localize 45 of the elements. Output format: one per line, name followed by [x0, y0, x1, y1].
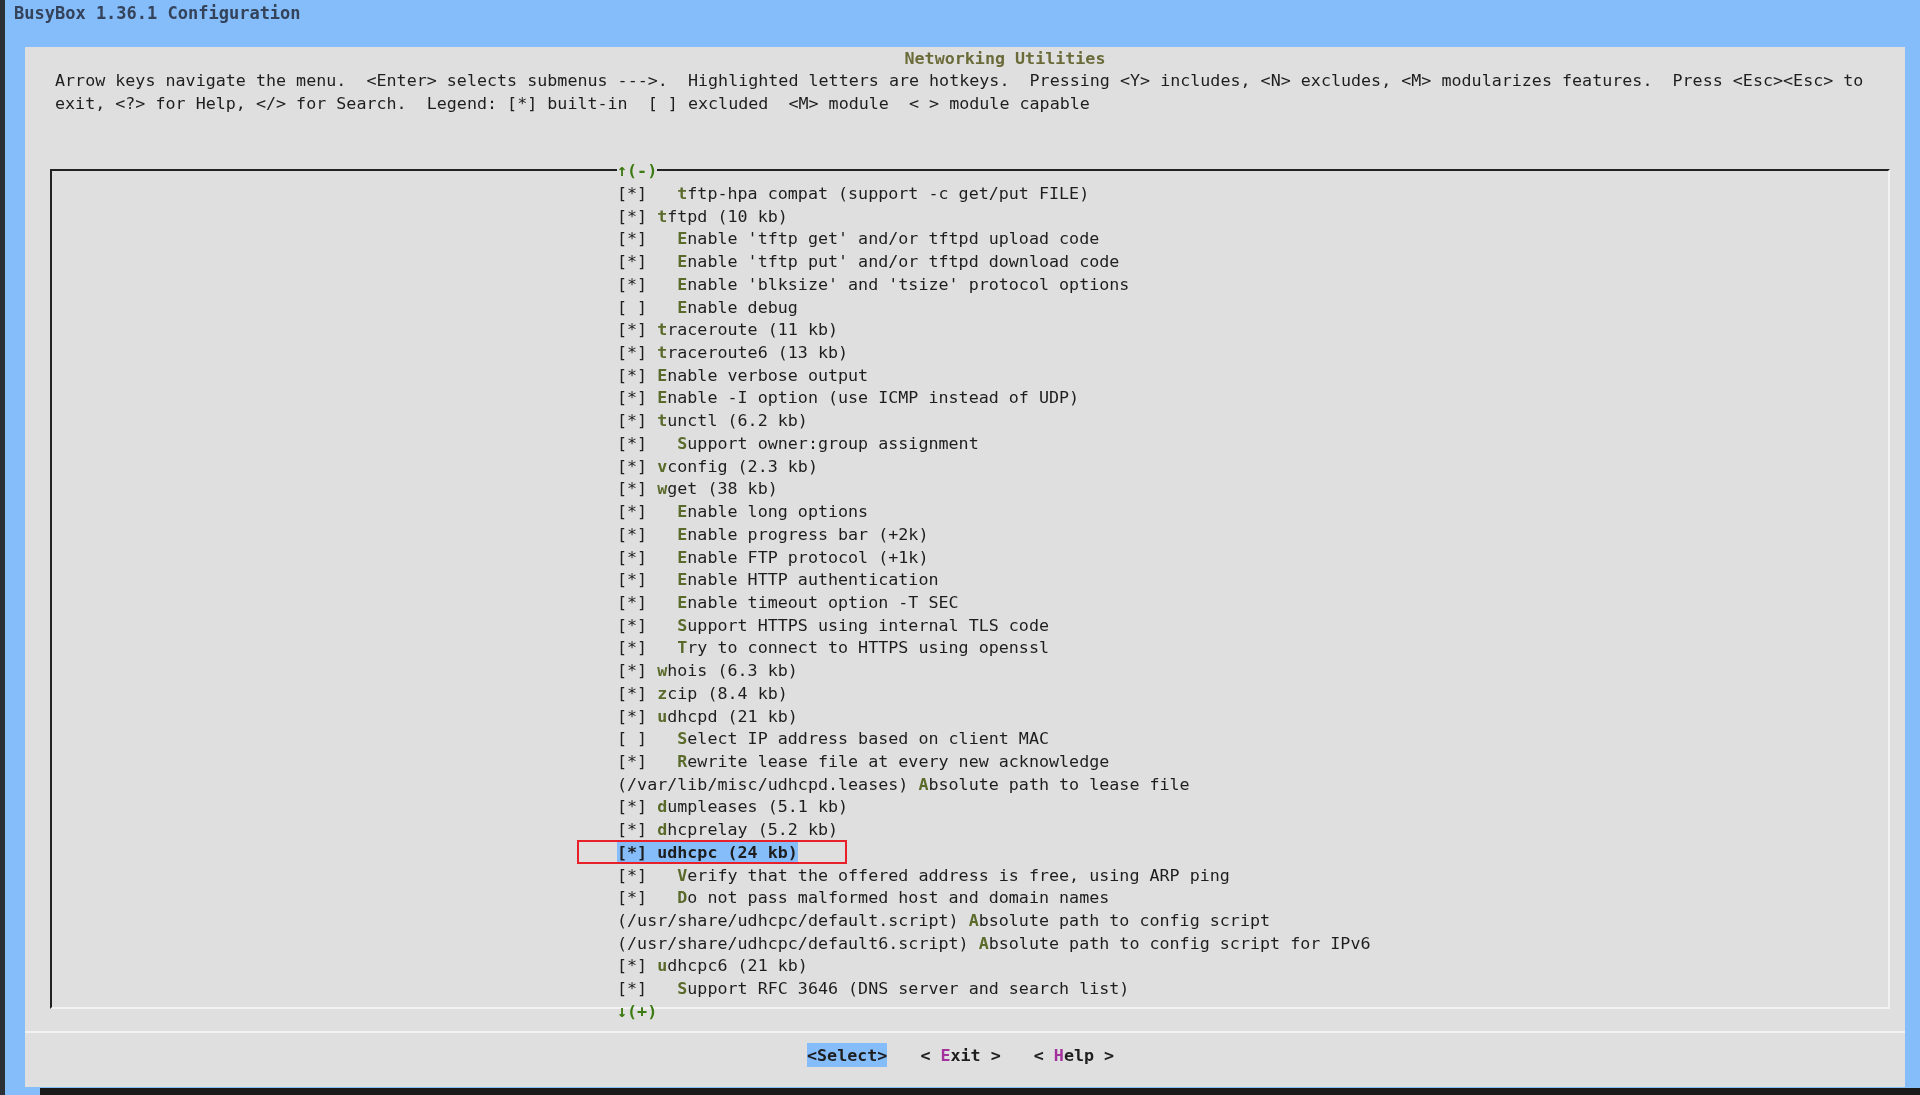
menu-item[interactable]: [*] wget (38 kb): [617, 477, 778, 501]
menu-item[interactable]: [*] Enable 'tftp put' and/or tftpd download code: [617, 250, 1120, 273]
menu-item[interactable]: Absolute path to config script for IPv6: [978, 931, 1371, 955]
help-text: Arrow keys navigate the menu. <Enter> selects submenus --->. Highlighted letters are hotkeys. Pressing <Y> includes, <N> excludes, <M> modularizes features. Press <Esc><Esc> to exit, <?> for Help, </> for Search. Legend: [*] built-in [ ] excluded <M> module < > module capable: [55, 69, 1865, 115]
menu-item[interactable]: [*] traceroute (11 kb): [617, 318, 839, 342]
menu-item[interactable]: [*] tunctl (6.2 kb): [617, 409, 808, 432]
menu-item[interactable]: [*] udhcpd (21 kb): [617, 704, 798, 728]
menu-item[interactable]: [*] Enable timeout option -T SEC: [617, 590, 959, 614]
menu-item[interactable]: [*] Rewrite lease file at every new acknowledge: [617, 749, 1110, 773]
menu-item[interactable]: [*] Support RFC 3646 (DNS server and search list): [617, 977, 1130, 1000]
menu-item[interactable]: [ ] Select IP address based on client MAC: [617, 727, 1049, 750]
menu-item[interactable]: [*] Enable long options: [617, 500, 869, 523]
dialog-button[interactable]: < Exit >: [920, 1043, 1001, 1067]
menu-item[interactable]: Absolute path to config script: [968, 909, 1271, 932]
menu-item[interactable]: [*] Support HTTPS using internal TLS code: [617, 613, 1049, 637]
window-title: BusyBox 1.36.1 Configuration: [13, 2, 302, 25]
menu-item[interactable]: Absolute path to lease file: [918, 772, 1190, 796]
menu-item[interactable]: [*] dumpleases (5.1 kb): [617, 795, 849, 819]
path-value: (/usr/share/udhcpc/default6.script): [617, 932, 969, 953]
dialog-button[interactable]: <Select>: [807, 1043, 888, 1067]
path-value: (/var/lib/misc/udhcpd.leases): [617, 773, 909, 794]
menu-item[interactable]: [*] Enable 'blksize' and 'tsize' protocol options: [617, 272, 1130, 296]
menu-item[interactable]: [*] Do not pass malformed host and domain names: [617, 886, 1110, 909]
menu-item[interactable]: [*] vconfig (2.3 kb): [617, 454, 818, 478]
menu-item[interactable]: [*] Try to connect to HTTPS using openssl: [617, 636, 1049, 660]
menu-item[interactable]: [*] udhcpc6 (21 kb): [617, 954, 808, 978]
menu-item[interactable]: [*] Enable 'tftp get' and/or tftpd upload code: [617, 227, 1100, 251]
dialog-button[interactable]: < Help >: [1033, 1043, 1115, 1067]
scroll-down-indicator: ↓(+): [617, 1000, 658, 1021]
menu-item[interactable]: [*] Enable verbose output: [617, 363, 869, 387]
menu-item[interactable]: [*] Verify that the offered address is free, using ARP ping: [617, 863, 1230, 887]
menu-item[interactable]: [*] dhcprelay (5.2 kb): [617, 818, 839, 841]
menu-item[interactable]: [*] zcip (8.4 kb): [617, 681, 788, 705]
menu-item[interactable]: [*] Enable progress bar (+2k): [617, 522, 929, 546]
menu-item[interactable]: [*] tftpd (10 kb): [617, 204, 788, 228]
menu-item[interactable]: [ ] Enable debug: [617, 295, 798, 319]
menu-item[interactable]: [*] Enable HTTP authentication: [617, 568, 939, 591]
menu-item[interactable]: [*] tftp-hpa compat (support -c get/put FILE): [617, 182, 1090, 205]
dialog-title: Networking Utilities: [904, 47, 1106, 69]
menu-item[interactable]: [*] Support owner:group assignment: [617, 431, 979, 455]
menu-item[interactable]: [*] Enable FTP protocol (+1k): [617, 545, 929, 569]
menu-item[interactable]: [*] traceroute6 (13 kb): [617, 341, 849, 364]
path-value: (/usr/share/udhcpc/default.script): [617, 910, 959, 930]
menu-item[interactable]: [*] Enable -I option (use ICMP instead of UDP): [617, 386, 1080, 410]
menu-item[interactable]: [*] whois (6.3 kb): [617, 659, 798, 682]
